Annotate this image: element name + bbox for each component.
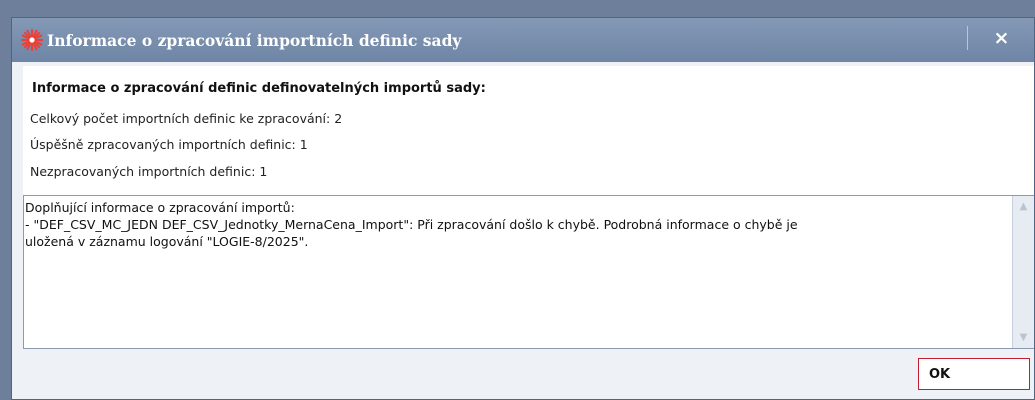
details-text: Doplňující informace o zpracování import… <box>25 200 798 249</box>
scroll-down-arrow-icon[interactable]: ▼ <box>1013 327 1034 348</box>
star-burst-icon <box>21 29 43 51</box>
ok-button[interactable]: OK <box>918 358 1030 390</box>
scroll-up-arrow-icon[interactable]: ▲ <box>1013 196 1034 217</box>
close-button[interactable]: × <box>968 18 1034 58</box>
details-textarea[interactable]: Doplňující informace o zpracování import… <box>23 195 1034 349</box>
summary-heading: Informace o zpracování definic definovat… <box>32 81 486 96</box>
total-count-text: Celkový počet importních definic ke zpra… <box>30 111 343 126</box>
succeeded-count-text: Úspěšně zpracovaných importních definic:… <box>30 137 308 152</box>
window-title: Informace o zpracování importních defini… <box>47 30 462 50</box>
vertical-scrollbar[interactable]: ▲ ▼ <box>1012 196 1034 348</box>
failed-count-text: Nezpracovaných importních definic: 1 <box>30 164 268 179</box>
button-bar: OK <box>12 349 1034 399</box>
title-bar[interactable]: Informace o zpracování importních defini… <box>12 18 1034 62</box>
dialog-window: Informace o zpracování importních defini… <box>11 17 1035 400</box>
content-panel: Informace o zpracování definic definovat… <box>23 66 1034 349</box>
